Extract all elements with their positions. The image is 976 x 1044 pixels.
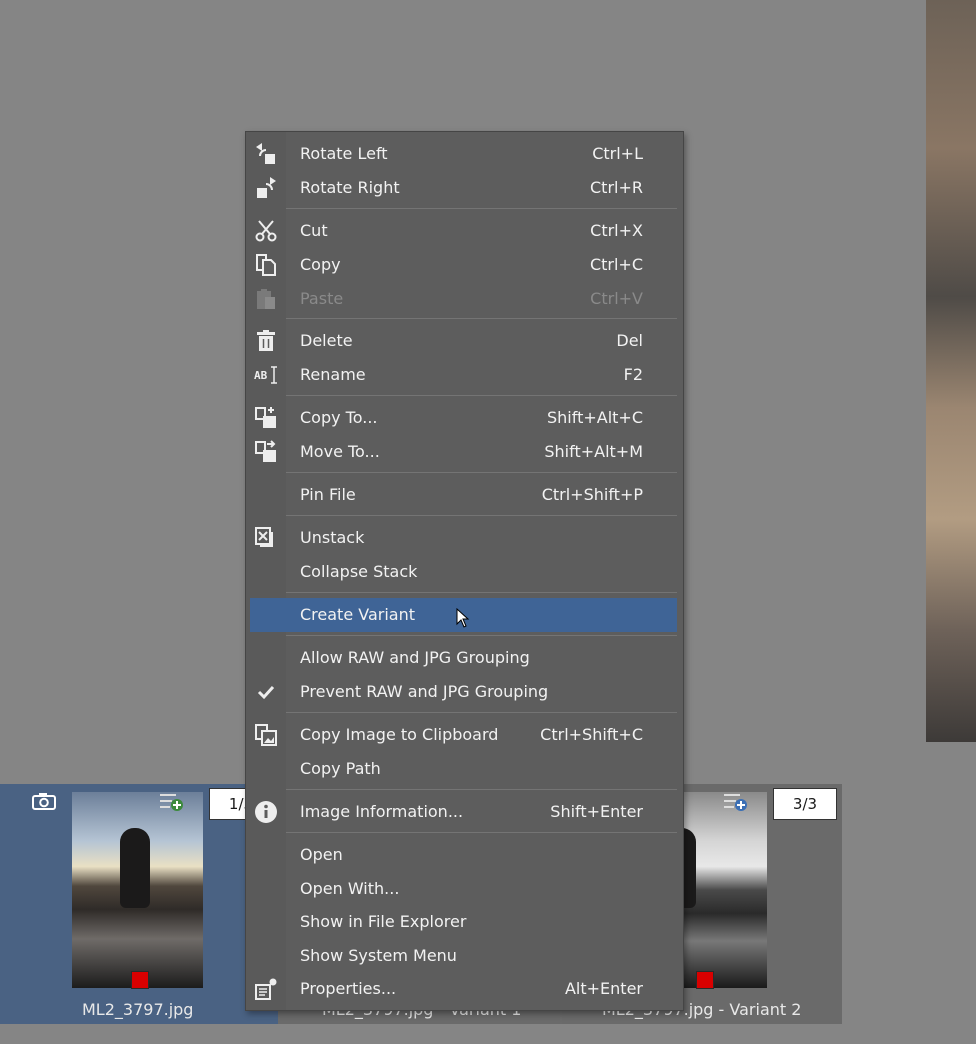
menu-item-label: Collapse Stack xyxy=(300,562,418,581)
menu-item-show-in-file-explorer[interactable]: Show in File Explorer xyxy=(250,905,677,939)
menu-item-label: Rotate Right xyxy=(300,178,400,197)
thumbnail-photo xyxy=(72,792,203,988)
menu-item-cut[interactable]: Cut Ctrl+X xyxy=(250,214,677,248)
menu-separator xyxy=(286,712,677,713)
menu-separator xyxy=(286,832,677,833)
color-label-red xyxy=(131,971,149,989)
rotate-left-icon xyxy=(254,142,278,166)
copy-icon xyxy=(254,253,278,277)
menu-item-allow-raw-jpg-grouping[interactable]: Allow RAW and JPG Grouping xyxy=(250,641,677,675)
info-icon xyxy=(254,800,278,824)
menu-item-shortcut: Shift+Enter xyxy=(550,802,643,821)
menu-item-shortcut: Ctrl+V xyxy=(590,289,643,308)
menu-item-copy-path[interactable]: Copy Path xyxy=(250,752,677,786)
checkmark-icon xyxy=(254,680,278,704)
menu-item-label: Cut xyxy=(300,221,328,240)
menu-separator xyxy=(286,395,677,396)
menu-item-open-with[interactable]: Open With... xyxy=(250,872,677,906)
thumbnail-filename: ML2_3797.jpg xyxy=(82,1000,194,1019)
menu-item-label: Pin File xyxy=(300,485,356,504)
menu-item-label: Create Variant xyxy=(300,605,415,624)
menu-item-shortcut: Ctrl+C xyxy=(589,255,643,274)
menu-item-pin-file[interactable]: Pin File Ctrl+Shift+P xyxy=(250,478,677,512)
menu-item-show-system-menu[interactable]: Show System Menu xyxy=(250,939,677,973)
menu-item-shortcut: Del xyxy=(616,331,643,350)
rotate-right-icon xyxy=(254,176,278,200)
menu-item-label: Move To... xyxy=(300,442,380,461)
copy-to-icon xyxy=(254,406,278,430)
menu-item-shortcut: Alt+Enter xyxy=(564,979,643,998)
menu-item-rotate-left[interactable]: Rotate Left Ctrl+L xyxy=(250,137,677,171)
menu-item-shortcut: Ctrl+R xyxy=(590,178,643,197)
menu-item-move-to[interactable]: Move To... Shift+Alt+M xyxy=(250,435,677,469)
menu-item-label: Rotate Left xyxy=(300,144,388,163)
menu-item-image-information[interactable]: Image Information... Shift+Enter xyxy=(250,795,677,829)
menu-item-create-variant[interactable]: Create Variant xyxy=(250,598,677,632)
menu-item-properties[interactable]: Properties... Alt+Enter xyxy=(250,972,677,1006)
menu-separator xyxy=(286,789,677,790)
menu-item-copy-to[interactable]: Copy To... Shift+Alt+C xyxy=(250,401,677,435)
menu-item-label: Properties... xyxy=(300,979,397,998)
paste-icon xyxy=(254,287,278,311)
menu-item-shortcut: F2 xyxy=(623,365,643,384)
menu-item-shortcut: Ctrl+L xyxy=(592,144,643,163)
menu-item-label: Open With... xyxy=(300,879,400,898)
menu-item-copy[interactable]: Copy Ctrl+C xyxy=(250,248,677,282)
menu-item-open[interactable]: Open xyxy=(250,838,677,872)
menu-separator xyxy=(286,318,677,319)
menu-item-paste[interactable]: Paste Ctrl+V xyxy=(250,282,677,316)
menu-item-shortcut: Ctrl+Shift+P xyxy=(541,485,643,504)
menu-separator xyxy=(286,592,677,593)
stack-count-badge: 3/3 xyxy=(773,788,837,820)
menu-item-collapse-stack[interactable]: Collapse Stack xyxy=(250,555,677,589)
menu-item-shortcut: Shift+Alt+M xyxy=(544,442,643,461)
menu-item-label: Unstack xyxy=(300,528,365,547)
menu-item-label: Prevent RAW and JPG Grouping xyxy=(300,682,549,701)
preview-image xyxy=(926,0,976,742)
menu-item-label: Image Information... xyxy=(300,802,464,821)
menu-item-shortcut: Shift+Alt+C xyxy=(546,408,643,427)
unstack-icon xyxy=(254,526,278,550)
clipboard-image-icon xyxy=(254,723,278,747)
menu-item-rename[interactable]: AB Rename F2 xyxy=(250,358,677,392)
menu-item-label: Copy xyxy=(300,255,341,274)
menu-item-label: Open xyxy=(300,845,343,864)
menu-item-label: Delete xyxy=(300,331,353,350)
menu-item-label: Rename xyxy=(300,365,366,384)
menu-item-label: Show System Menu xyxy=(300,946,457,965)
menu-item-shortcut: Ctrl+X xyxy=(590,221,643,240)
menu-item-label: Show in File Explorer xyxy=(300,912,467,931)
context-menu[interactable]: Rotate Left Ctrl+L Rotate Right Ctrl+R C… xyxy=(245,131,684,1011)
menu-separator xyxy=(286,472,677,473)
edited-adjustments-icon xyxy=(724,794,747,811)
menu-separator xyxy=(286,635,677,636)
rename-icon: AB xyxy=(254,363,278,387)
thumbnail-1[interactable]: 1/3 ML2_3797.jpg xyxy=(0,784,278,1024)
menu-item-delete[interactable]: Delete Del xyxy=(250,324,677,358)
menu-item-prevent-raw-jpg-grouping[interactable]: Prevent RAW and JPG Grouping xyxy=(250,675,677,709)
menu-item-label: Paste xyxy=(300,289,344,308)
menu-item-copy-image-to-clipboard[interactable]: Copy Image to Clipboard Ctrl+Shift+C xyxy=(250,718,677,752)
menu-separator xyxy=(286,515,677,516)
move-to-icon xyxy=(254,440,278,464)
menu-item-label: Copy Path xyxy=(300,759,381,778)
menu-item-shortcut: Ctrl+Shift+C xyxy=(540,725,643,744)
properties-icon xyxy=(254,977,278,1001)
menu-separator xyxy=(286,208,677,209)
menu-item-label: Copy To... xyxy=(300,408,378,427)
color-label-red xyxy=(696,971,714,989)
svg-text:AB: AB xyxy=(254,369,268,382)
menu-item-unstack[interactable]: Unstack xyxy=(250,521,677,555)
menu-item-label: Copy Image to Clipboard xyxy=(300,725,499,744)
edited-adjustments-icon xyxy=(160,794,183,811)
scissors-icon xyxy=(254,219,278,243)
mouse-cursor-icon xyxy=(456,608,470,628)
menu-item-rotate-right[interactable]: Rotate Right Ctrl+R xyxy=(250,171,677,205)
trash-icon xyxy=(254,329,278,353)
camera-icon xyxy=(32,793,56,810)
menu-item-label: Allow RAW and JPG Grouping xyxy=(300,648,530,667)
